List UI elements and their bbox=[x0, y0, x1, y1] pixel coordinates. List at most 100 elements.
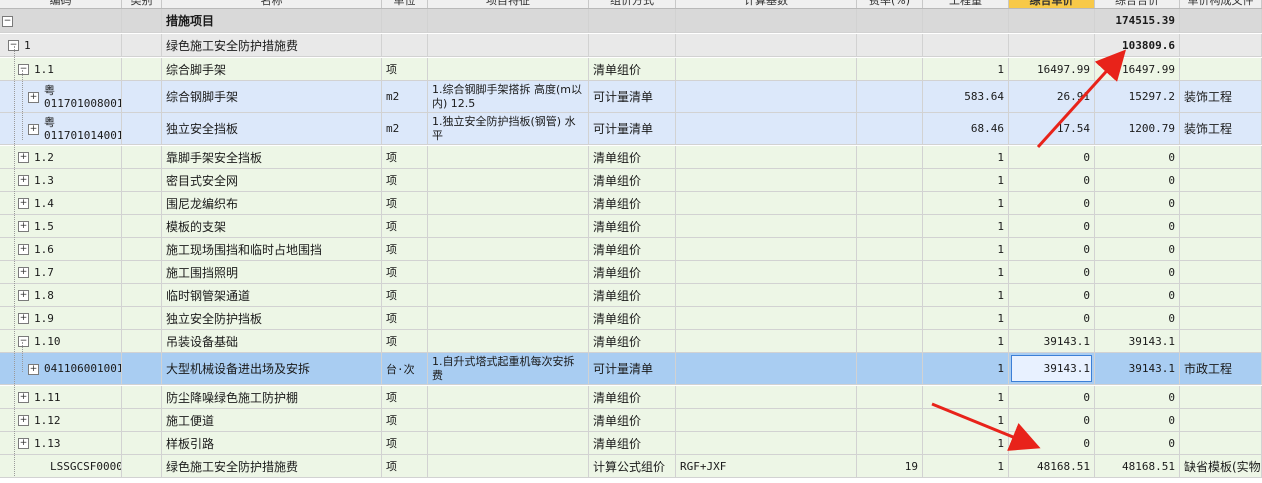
cell-price[interactable]: 26.91 bbox=[1009, 81, 1095, 112]
cell-price[interactable]: 0 bbox=[1009, 409, 1095, 431]
cell-rate[interactable] bbox=[857, 146, 923, 168]
expand-icon[interactable]: + bbox=[18, 415, 29, 426]
cell-total[interactable]: 39143.1 bbox=[1095, 353, 1180, 384]
cell-method[interactable] bbox=[589, 34, 676, 56]
cell-price[interactable]: 0 bbox=[1009, 238, 1095, 260]
cell-cat[interactable] bbox=[122, 81, 162, 112]
cell-code[interactable]: +1.9 bbox=[0, 307, 122, 329]
cell-price[interactable]: 0 bbox=[1009, 192, 1095, 214]
cell-total[interactable]: 0 bbox=[1095, 284, 1180, 306]
cell-file[interactable] bbox=[1180, 261, 1262, 283]
cell-base[interactable] bbox=[676, 307, 857, 329]
cell-base[interactable] bbox=[676, 215, 857, 237]
cell-rate[interactable] bbox=[857, 284, 923, 306]
cell-qty[interactable]: 1 bbox=[923, 330, 1009, 352]
cell-file[interactable] bbox=[1180, 432, 1262, 454]
header-unit[interactable]: 单位 bbox=[382, 0, 428, 8]
cell-unit[interactable]: 项 bbox=[382, 58, 428, 80]
cell-unit[interactable]: 项 bbox=[382, 455, 428, 477]
cell-feature[interactable] bbox=[428, 34, 589, 56]
cell-name[interactable]: 吊装设备基础 bbox=[162, 330, 382, 352]
cell-qty[interactable]: 1 bbox=[923, 215, 1009, 237]
cell-unit[interactable]: 项 bbox=[382, 284, 428, 306]
cell-rate[interactable] bbox=[857, 169, 923, 191]
cell-file[interactable] bbox=[1180, 169, 1262, 191]
cell-feature[interactable] bbox=[428, 409, 589, 431]
cell-base[interactable] bbox=[676, 34, 857, 56]
cell-cat[interactable] bbox=[122, 34, 162, 56]
cell-base[interactable] bbox=[676, 146, 857, 168]
table-row[interactable]: +1.11 防尘降噪绿色施工防护棚 项 清单组价 1 0 0 bbox=[0, 386, 1262, 409]
cell-file[interactable]: 缺省模板(实物 bbox=[1180, 455, 1262, 477]
cell-method[interactable]: 清单组价 bbox=[589, 238, 676, 260]
table-row[interactable]: +1.2 靠脚手架安全挡板 项 清单组价 1 0 0 bbox=[0, 146, 1262, 169]
cell-price[interactable]: 48168.51 bbox=[1009, 455, 1095, 477]
cell-qty[interactable]: 1 bbox=[923, 409, 1009, 431]
table-row[interactable]: +1.13 样板引路 项 清单组价 1 0 0 bbox=[0, 432, 1262, 455]
cell-unit[interactable]: m2 bbox=[382, 113, 428, 144]
expand-icon[interactable]: + bbox=[28, 123, 39, 135]
cell-method[interactable]: 清单组价 bbox=[589, 58, 676, 80]
cell-file[interactable]: 装饰工程 bbox=[1180, 81, 1262, 112]
cell-total[interactable]: 0 bbox=[1095, 146, 1180, 168]
cell-file[interactable] bbox=[1180, 9, 1262, 32]
cell-name[interactable]: 靠脚手架安全挡板 bbox=[162, 146, 382, 168]
cell-total[interactable]: 0 bbox=[1095, 169, 1180, 191]
cell-base[interactable] bbox=[676, 58, 857, 80]
cell-feature[interactable] bbox=[428, 146, 589, 168]
cell-method[interactable]: 清单组价 bbox=[589, 330, 676, 352]
expand-icon[interactable]: + bbox=[18, 267, 29, 278]
table-row[interactable]: +1.9 独立安全防护挡板 项 清单组价 1 0 0 bbox=[0, 307, 1262, 330]
expand-icon[interactable]: + bbox=[18, 152, 29, 163]
cell-feature[interactable]: 1.综合钢脚手架搭拆 高度(m以内) 12.5 bbox=[428, 81, 589, 112]
cell-code[interactable]: +1.13 bbox=[0, 432, 122, 454]
cell-feature[interactable] bbox=[428, 9, 589, 32]
cell-name[interactable]: 大型机械设备进出场及安拆 bbox=[162, 353, 382, 384]
cell-cat[interactable] bbox=[122, 215, 162, 237]
header-feature[interactable]: 项目特征 bbox=[428, 0, 589, 8]
cell-qty[interactable]: 1 bbox=[923, 58, 1009, 80]
cell-total[interactable]: 1200.79 bbox=[1095, 113, 1180, 144]
cell-base[interactable] bbox=[676, 409, 857, 431]
expand-icon[interactable]: + bbox=[28, 91, 39, 103]
header-file[interactable]: 单价构成文件 bbox=[1180, 0, 1262, 8]
cell-feature[interactable]: 1.自升式塔式起重机每次安拆费 bbox=[428, 353, 589, 384]
cell-base[interactable] bbox=[676, 113, 857, 144]
cell-code[interactable]: +041106001001 bbox=[0, 353, 122, 384]
cell-qty[interactable] bbox=[923, 9, 1009, 32]
cell-price[interactable]: 39143.1 bbox=[1009, 353, 1095, 384]
cell-code[interactable]: +1.6 bbox=[0, 238, 122, 260]
cell-cat[interactable] bbox=[122, 455, 162, 477]
cell-unit[interactable]: 项 bbox=[382, 146, 428, 168]
cell-cat[interactable] bbox=[122, 409, 162, 431]
cell-method[interactable]: 清单组价 bbox=[589, 409, 676, 431]
cell-unit[interactable]: 项 bbox=[382, 238, 428, 260]
cell-unit[interactable]: 项 bbox=[382, 192, 428, 214]
table-row[interactable]: +041106001001 大型机械设备进出场及安拆 台·次 1.自升式塔式起重机每次… bbox=[0, 353, 1262, 385]
expand-icon[interactable]: + bbox=[18, 313, 29, 324]
cell-feature[interactable] bbox=[428, 261, 589, 283]
table-row[interactable]: − 措施项目 174515.39 bbox=[0, 9, 1262, 33]
cell-total[interactable]: 103809.6 bbox=[1095, 34, 1180, 56]
cell-feature[interactable] bbox=[428, 330, 589, 352]
cell-price[interactable] bbox=[1009, 34, 1095, 56]
header-name[interactable]: 名称 bbox=[162, 0, 382, 8]
cell-qty[interactable]: 1 bbox=[923, 192, 1009, 214]
cell-cat[interactable] bbox=[122, 192, 162, 214]
cell-method[interactable]: 清单组价 bbox=[589, 261, 676, 283]
cell-name[interactable]: 绿色施工安全防护措施费 bbox=[162, 455, 382, 477]
cell-cat[interactable] bbox=[122, 330, 162, 352]
cell-base[interactable] bbox=[676, 353, 857, 384]
cell-method[interactable]: 清单组价 bbox=[589, 192, 676, 214]
cell-name[interactable]: 绿色施工安全防护措施费 bbox=[162, 34, 382, 56]
expand-icon[interactable]: + bbox=[18, 175, 29, 186]
cell-name[interactable]: 综合钢脚手架 bbox=[162, 81, 382, 112]
cell-code[interactable]: − bbox=[0, 9, 122, 32]
cell-price[interactable]: 0 bbox=[1009, 386, 1095, 408]
cell-code[interactable]: −1 bbox=[0, 34, 122, 56]
cell-total[interactable]: 0 bbox=[1095, 238, 1180, 260]
cell-cat[interactable] bbox=[122, 284, 162, 306]
cell-unit[interactable]: 项 bbox=[382, 215, 428, 237]
cell-base[interactable] bbox=[676, 9, 857, 32]
cell-price[interactable]: 0 bbox=[1009, 169, 1095, 191]
